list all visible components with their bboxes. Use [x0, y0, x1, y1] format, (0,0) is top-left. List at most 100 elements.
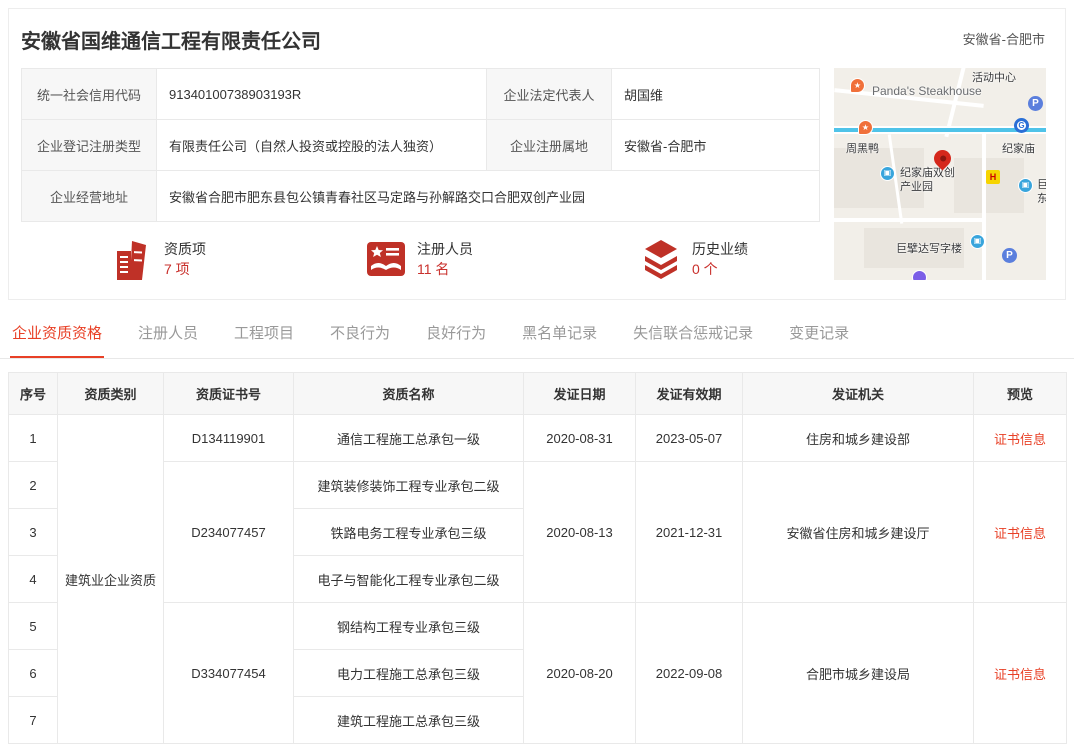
- cell-valid-until: 2021-12-31: [636, 462, 743, 603]
- cell-qual-name: 建筑装修装饰工程专业承包二级: [294, 462, 524, 509]
- parking-icon[interactable]: P: [1002, 248, 1017, 263]
- map-label: 产业园: [900, 178, 933, 194]
- col-header-valid-until: 发证有效期: [636, 373, 743, 415]
- stat-history-performance: 历史业绩 0 个: [640, 238, 748, 280]
- certificate-book-icon: [365, 238, 407, 280]
- certificate-info-link[interactable]: 证书信息: [994, 667, 1046, 682]
- cell-seq: 4: [9, 556, 58, 603]
- tab-good-behavior[interactable]: 良好行为: [424, 310, 488, 358]
- table-row: 5 D334077454 钢结构工程专业承包三级 2020-08-20 2022…: [9, 603, 1067, 650]
- col-header-preview: 预览: [974, 373, 1067, 415]
- tab-change-records[interactable]: 变更记录: [787, 310, 851, 358]
- metro-station-icon[interactable]: G: [1014, 118, 1029, 133]
- map-label: Panda's Steakhouse: [872, 84, 982, 98]
- tab-blacklist[interactable]: 黑名单记录: [520, 310, 599, 358]
- cell-cert-no: D334077454: [164, 603, 294, 744]
- cell-valid-until: 2023-05-07: [636, 415, 743, 462]
- cell-preview: 证书信息: [974, 415, 1067, 462]
- col-header-name: 资质名称: [294, 373, 524, 415]
- table-row: 1 建筑业企业资质 D134119901 通信工程施工总承包一级 2020-08…: [9, 415, 1067, 462]
- col-header-seq: 序号: [9, 373, 58, 415]
- tab-projects[interactable]: 工程项目: [232, 310, 296, 358]
- company-info-table: 统一社会信用代码 91340100738903193R 企业法定代表人 胡国维 …: [21, 68, 820, 222]
- col-header-category: 资质类别: [58, 373, 164, 415]
- cell-authority: 住房和城乡建设部: [743, 415, 974, 462]
- certificate-info-link[interactable]: 证书信息: [994, 432, 1046, 447]
- map-label: 东: [1037, 190, 1046, 206]
- table-header-row: 序号 资质类别 资质证书号 资质名称 发证日期 发证有效期 发证机关 预览: [9, 373, 1067, 415]
- cell-issue-date: 2020-08-20: [524, 603, 636, 744]
- cell-seq: 6: [9, 650, 58, 697]
- cell-preview: 证书信息: [974, 462, 1067, 603]
- stat-value: 0 个: [692, 259, 748, 279]
- poi-icon[interactable]: [912, 270, 927, 280]
- cell-seq: 2: [9, 462, 58, 509]
- cell-preview: 证书信息: [974, 603, 1067, 744]
- poi-building-icon[interactable]: ▣: [970, 234, 985, 249]
- info-label-reg-region: 企业注册属地: [487, 120, 612, 171]
- info-value-reg-region: 安徽省-合肥市: [612, 120, 820, 171]
- cell-category: 建筑业企业资质: [58, 415, 164, 744]
- stats-row: 资质项 7 项 注册人员 11 名: [9, 230, 829, 292]
- info-value-reg-type: 有限责任公司（自然人投资或控股的法人独资）: [157, 120, 487, 171]
- map-label: 纪家庙: [1002, 140, 1035, 156]
- stat-value: 7 项: [164, 259, 206, 279]
- poi-building-icon[interactable]: ▣: [880, 166, 895, 181]
- certificate-info-link[interactable]: 证书信息: [994, 526, 1046, 541]
- info-row: 统一社会信用代码 91340100738903193R 企业法定代表人 胡国维: [22, 69, 820, 120]
- table-row: 2 D234077457 建筑装修装饰工程专业承包二级 2020-08-13 2…: [9, 462, 1067, 509]
- cell-issue-date: 2020-08-13: [524, 462, 636, 603]
- tab-bad-behavior[interactable]: 不良行为: [328, 310, 392, 358]
- map-block: [954, 158, 1024, 213]
- info-label-address: 企业经营地址: [22, 171, 157, 222]
- map-widget[interactable]: 活动中心 Panda's Steakhouse 周黑鸭 纪家庙 纪家庙双创 产业…: [834, 68, 1046, 280]
- company-card: 安徽省国维通信工程有限责任公司 安徽省-合肥市 统一社会信用代码 9134010…: [8, 8, 1066, 300]
- parking-icon[interactable]: P: [1028, 96, 1043, 111]
- poi-building-icon[interactable]: ▣: [1018, 178, 1033, 193]
- building-icon: [112, 238, 154, 280]
- map-label: 巨擘达写字楼: [896, 240, 962, 256]
- cell-authority: 合肥市城乡建设局: [743, 603, 974, 744]
- map-road: [982, 134, 986, 280]
- tab-registered-personnel[interactable]: 注册人员: [136, 310, 200, 358]
- page-title: 安徽省国维通信工程有限责任公司: [21, 25, 321, 54]
- info-label-reg-type: 企业登记注册类型: [22, 120, 157, 171]
- cell-cert-no: D234077457: [164, 462, 294, 603]
- stat-registered-personnel: 注册人员 11 名: [365, 238, 473, 280]
- col-header-cert-no: 资质证书号: [164, 373, 294, 415]
- map-label: 周黑鸭: [846, 140, 879, 156]
- region-label: 安徽省-合肥市: [963, 29, 1045, 48]
- cell-qual-name: 电子与智能化工程专业承包二级: [294, 556, 524, 603]
- food-pin-icon[interactable]: ★: [858, 120, 873, 135]
- map-road: [834, 218, 984, 222]
- stat-qualifications: 资质项 7 项: [112, 238, 206, 280]
- stat-label: 资质项: [164, 239, 206, 259]
- cell-qual-name: 铁路电务工程专业承包三级: [294, 509, 524, 556]
- tab-dishonesty-records[interactable]: 失信联合惩戒记录: [631, 310, 755, 358]
- cell-qual-name: 电力工程施工总承包三级: [294, 650, 524, 697]
- cell-seq: 5: [9, 603, 58, 650]
- cell-seq: 1: [9, 415, 58, 462]
- cell-qual-name: 通信工程施工总承包一级: [294, 415, 524, 462]
- cell-issue-date: 2020-08-31: [524, 415, 636, 462]
- hotel-icon[interactable]: H: [986, 170, 1000, 184]
- food-pin-icon[interactable]: ★: [850, 78, 865, 93]
- cell-authority: 安徽省住房和城乡建设厅: [743, 462, 974, 603]
- info-row: 企业登记注册类型 有限责任公司（自然人投资或控股的法人独资） 企业注册属地 安徽…: [22, 120, 820, 171]
- layers-icon: [640, 238, 682, 280]
- qualification-table: 序号 资质类别 资质证书号 资质名称 发证日期 发证有效期 发证机关 预览 1 …: [8, 372, 1067, 744]
- tab-qualifications[interactable]: 企业资质资格: [10, 310, 104, 358]
- stat-label: 历史业绩: [692, 239, 748, 259]
- info-value-legal-rep: 胡国维: [612, 69, 820, 120]
- cell-seq: 3: [9, 509, 58, 556]
- info-label-credit-code: 统一社会信用代码: [22, 69, 157, 120]
- cell-valid-until: 2022-09-08: [636, 603, 743, 744]
- cell-seq: 7: [9, 697, 58, 744]
- cell-cert-no: D134119901: [164, 415, 294, 462]
- col-header-authority: 发证机关: [743, 373, 974, 415]
- col-header-issue-date: 发证日期: [524, 373, 636, 415]
- stat-label: 注册人员: [417, 239, 473, 259]
- info-value-credit-code: 91340100738903193R: [157, 69, 487, 120]
- info-value-address: 安徽省合肥市肥东县包公镇青春社区马定路与孙解路交口合肥双创产业园: [157, 171, 820, 222]
- stat-value: 11 名: [417, 259, 473, 279]
